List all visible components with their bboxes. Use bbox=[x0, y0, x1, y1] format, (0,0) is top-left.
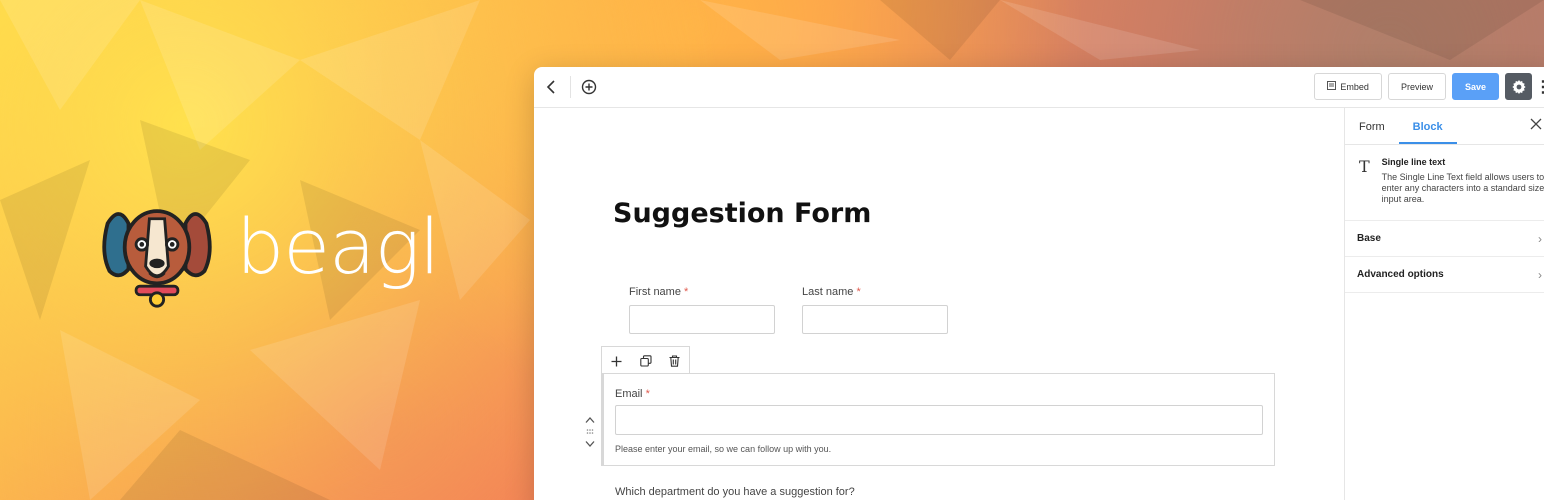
section-base-label: Base bbox=[1357, 233, 1381, 244]
more-vertical-icon[interactable]: ⋮ bbox=[1535, 77, 1544, 97]
top-toolbar: Embed Preview Save ⋮ bbox=[534, 67, 1544, 108]
preview-button[interactable]: Preview bbox=[1387, 73, 1446, 100]
email-help-text: Please enter your email, so we can follo… bbox=[615, 444, 832, 454]
gear-icon bbox=[1511, 79, 1526, 94]
email-label: Email * bbox=[615, 388, 650, 400]
embed-icon bbox=[1327, 81, 1337, 92]
chevron-left-icon[interactable] bbox=[534, 67, 570, 108]
first-name-input[interactable] bbox=[629, 305, 775, 334]
chevron-right-icon: › bbox=[1538, 231, 1542, 246]
block-movers bbox=[582, 416, 598, 448]
text-type-icon: T bbox=[1359, 157, 1370, 176]
chevron-right-icon: › bbox=[1538, 267, 1542, 282]
last-name-input[interactable] bbox=[802, 305, 948, 334]
first-name-field: First name * bbox=[629, 286, 775, 334]
block-type-title: Single line text bbox=[1381, 157, 1446, 167]
chevron-down-icon[interactable] bbox=[585, 440, 595, 448]
embed-button[interactable]: Embed bbox=[1314, 73, 1382, 100]
required-mark: * bbox=[645, 388, 650, 400]
form-builder-window: Embed Preview Save ⋮ Suggestion Form Fir… bbox=[534, 67, 1544, 500]
form-canvas: Suggestion Form First name * Last name * bbox=[534, 108, 1344, 500]
first-name-label: First name * bbox=[629, 286, 689, 298]
brand-name: beagl bbox=[236, 201, 440, 291]
form-title[interactable]: Suggestion Form bbox=[613, 198, 871, 229]
section-advanced-options[interactable]: Advanced options › bbox=[1345, 257, 1544, 293]
department-label: Which department do you have a suggestio… bbox=[615, 486, 855, 498]
block-toolbar bbox=[601, 346, 690, 375]
plus-icon[interactable] bbox=[602, 347, 631, 375]
block-info: T Single line text The Single Line Text … bbox=[1345, 145, 1544, 221]
copy-icon[interactable] bbox=[631, 347, 660, 375]
tab-form[interactable]: Form bbox=[1345, 121, 1399, 144]
settings-button[interactable] bbox=[1505, 73, 1532, 100]
email-block[interactable]: Email * Please enter your email, so we c… bbox=[601, 373, 1275, 466]
section-base[interactable]: Base › bbox=[1345, 221, 1544, 257]
save-button[interactable]: Save bbox=[1451, 73, 1499, 100]
section-advanced-label: Advanced options bbox=[1357, 269, 1444, 280]
last-name-label: Last name * bbox=[802, 286, 861, 298]
plus-circle-icon[interactable] bbox=[571, 67, 607, 108]
drag-handle-icon[interactable] bbox=[586, 428, 594, 436]
tab-block[interactable]: Block bbox=[1398, 121, 1457, 144]
close-icon[interactable] bbox=[1530, 117, 1542, 135]
block-type-description: The Single Line Text field allows users … bbox=[1381, 172, 1544, 204]
settings-panel: Form Block T Single line text The Single… bbox=[1344, 108, 1544, 500]
email-input[interactable] bbox=[615, 405, 1263, 435]
required-mark: * bbox=[856, 286, 861, 298]
panel-tabs: Form Block bbox=[1345, 108, 1544, 145]
chevron-up-icon[interactable] bbox=[585, 416, 595, 424]
beagle-dog-icon bbox=[102, 209, 212, 308]
trash-icon[interactable] bbox=[660, 347, 689, 375]
brand-logo: beagl bbox=[100, 195, 440, 309]
required-mark: * bbox=[684, 286, 689, 298]
embed-label: Embed bbox=[1340, 81, 1369, 92]
last-name-field: Last name * bbox=[802, 286, 948, 334]
